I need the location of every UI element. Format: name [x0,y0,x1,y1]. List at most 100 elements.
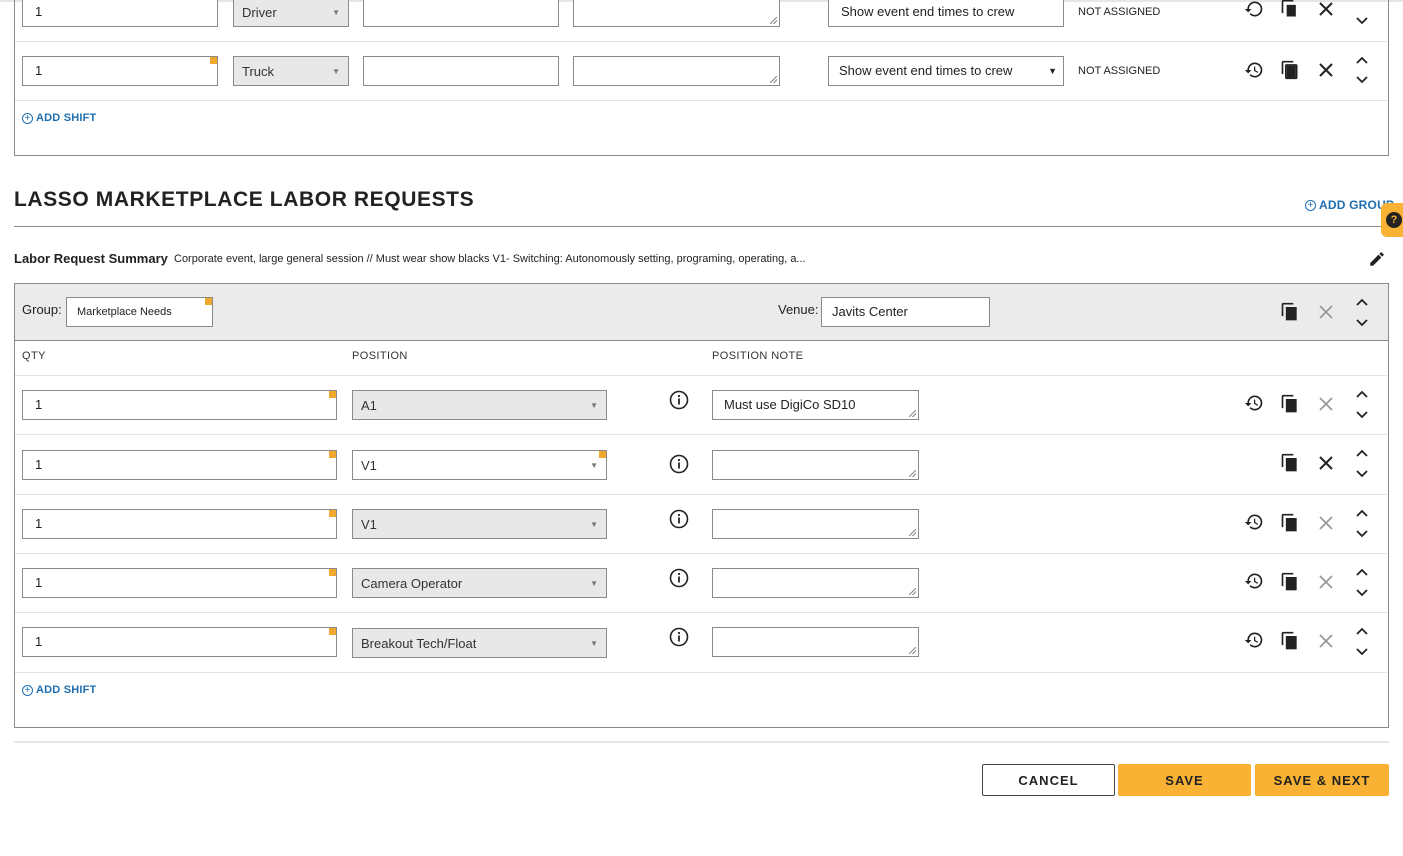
chevron-down-icon[interactable] [1351,463,1373,485]
info-icon[interactable] [668,567,690,589]
chevron-down-icon[interactable] [1351,69,1373,91]
close-icon[interactable] [1315,301,1337,323]
chevron-up-icon[interactable] [1351,442,1373,464]
close-icon[interactable] [1315,452,1337,474]
chevron-down-icon: ▼ [590,520,598,529]
cancel-button[interactable]: CANCEL [982,764,1115,796]
chevron-up-icon[interactable] [1351,502,1373,524]
close-icon[interactable] [1315,393,1337,415]
copy-icon[interactable] [1279,512,1301,534]
history-icon[interactable] [1243,511,1265,533]
chevron-up-icon[interactable] [1351,561,1373,583]
position-select[interactable]: Truck ▼ [233,56,349,86]
history-icon[interactable] [1243,392,1265,414]
chevron-down-icon[interactable] [1351,523,1373,545]
row-divider [15,612,1387,613]
footer-divider [14,741,1389,743]
position-note-textarea[interactable] [712,450,919,480]
close-icon[interactable] [1315,512,1337,534]
chevron-down-icon: ▼ [590,639,598,648]
position-select[interactable]: Driver ▼ [233,0,349,27]
history-icon[interactable] [1243,0,1265,20]
notify-select[interactable]: Show event end times to crew [828,0,1064,27]
qty-input[interactable]: 1 [22,450,337,480]
add-shift-button[interactable]: + ADD SHIFT [22,112,96,124]
column-header-qty: QTY [22,350,46,362]
close-icon[interactable] [1315,630,1337,652]
note-textarea[interactable] [573,0,780,27]
row-divider [15,434,1387,435]
chevron-up-icon[interactable] [1351,383,1373,405]
chevron-down-icon[interactable] [1351,312,1373,334]
row-divider [15,41,1387,42]
copy-icon[interactable] [1279,59,1301,81]
column-header-position-note: POSITION NOTE [712,350,804,362]
group-name-input[interactable]: Marketplace Needs [66,297,213,327]
call-time-input[interactable] [363,0,559,27]
row-divider [15,672,1387,673]
copy-icon[interactable] [1279,571,1301,593]
save-and-next-button[interactable]: SAVE & NEXT [1255,764,1389,796]
close-icon[interactable] [1315,0,1337,20]
save-button[interactable]: SAVE [1118,764,1251,796]
position-select[interactable]: V1 ▼ [352,450,607,480]
info-icon[interactable] [668,453,690,475]
history-icon[interactable] [1243,570,1265,592]
copy-icon[interactable] [1279,452,1301,474]
section-divider [14,226,1389,227]
venue-label: Venue: [778,302,819,317]
history-icon[interactable] [1243,59,1265,81]
history-icon[interactable] [1243,629,1265,651]
position-select[interactable]: V1 ▼ [352,509,607,539]
note-textarea[interactable] [573,56,780,86]
qty-input[interactable]: 1 [22,509,337,539]
chevron-up-icon[interactable] [1351,620,1373,642]
chevron-up-icon[interactable] [1351,49,1373,71]
qty-input[interactable]: 1 [22,56,218,86]
position-select[interactable]: Breakout Tech/Float ▼ [352,628,607,658]
chevron-down-icon[interactable] [1351,10,1373,32]
info-icon[interactable] [668,626,690,648]
venue-input[interactable]: Javits Center [821,297,990,327]
pencil-icon[interactable] [1366,248,1388,270]
info-icon[interactable] [668,508,690,530]
add-shift-button[interactable]: + ADD SHIFT [22,684,96,696]
group-header-bar [15,284,1388,341]
qty-input[interactable]: 1 [22,627,337,657]
chevron-down-icon: ▼ [332,67,340,76]
chevron-down-icon: ▼ [590,401,598,410]
caret-down-icon: ▼ [1048,66,1057,76]
group-table [14,283,1389,728]
copy-icon[interactable] [1279,630,1301,652]
section-title: LASSO MARKETPLACE LABOR REQUESTS [14,188,475,211]
chevron-down-icon[interactable] [1351,582,1373,604]
call-time-input[interactable] [363,56,559,86]
row-divider [15,494,1387,495]
copy-icon[interactable] [1279,393,1301,415]
qty-input[interactable]: 1 [22,568,337,598]
position-note-textarea[interactable] [712,568,919,598]
chevron-down-icon[interactable] [1351,641,1373,663]
chevron-up-icon[interactable] [1351,291,1373,313]
position-note-textarea[interactable] [712,509,919,539]
help-chat-icon[interactable]: ? [1381,203,1403,237]
position-select[interactable]: Camera Operator ▼ [352,568,607,598]
position-note-textarea[interactable]: Must use DigiCo SD10 [712,390,919,420]
info-icon[interactable] [668,389,690,411]
chevron-down-icon: ▼ [332,8,340,17]
position-note-textarea[interactable] [712,627,919,657]
assignment-status: NOT ASSIGNED [1078,6,1161,18]
chevron-down-icon: ▼ [590,461,598,470]
close-icon[interactable] [1315,571,1337,593]
group-label: Group: [22,302,62,317]
qty-input[interactable]: 1 [22,390,337,420]
copy-icon[interactable] [1279,0,1301,20]
notify-select[interactable]: Show event end times to crew ▼ [828,56,1064,86]
chevron-down-icon[interactable] [1351,404,1373,426]
qty-input[interactable]: 1 [22,0,218,27]
close-icon[interactable] [1315,59,1337,81]
copy-icon[interactable] [1279,301,1301,323]
position-select[interactable]: A1 ▼ [352,390,607,420]
plus-circle-icon: + [22,684,33,696]
assignment-status: NOT ASSIGNED [1078,65,1161,77]
